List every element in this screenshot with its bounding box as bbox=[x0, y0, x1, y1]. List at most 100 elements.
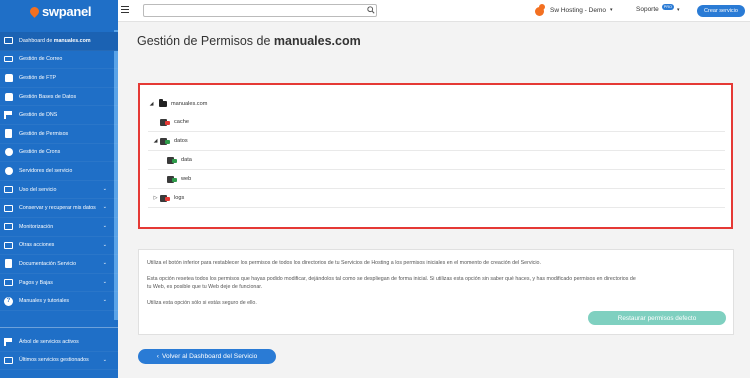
sidebar-item-label: Gestión de DNS bbox=[19, 112, 58, 119]
page-title-prefix: Gestión de Permisos de bbox=[137, 34, 274, 48]
database-icon bbox=[3, 92, 14, 101]
expand-toggle-icon[interactable]: ▷ bbox=[152, 195, 159, 201]
directory-tree-panel: ◢ manuales.com cache ◢ datos data web ▷ … bbox=[138, 83, 733, 229]
back-to-dashboard-button[interactable]: ‹ Volver al Dashboard del Servicio bbox=[138, 349, 276, 364]
info-paragraph-2-line-2: tu Web, es posible que tu Web deje de fu… bbox=[147, 283, 263, 290]
database-icon bbox=[3, 73, 14, 82]
hamburger-menu-icon[interactable] bbox=[121, 6, 129, 13]
tree-node-logs[interactable]: ▷ logs bbox=[148, 189, 725, 208]
sidebar-bottom-menu: Árbol de servicios activos Últimos servi… bbox=[0, 333, 118, 371]
chevron-down-icon[interactable]: ⌄ bbox=[103, 279, 107, 285]
tree-root-label: manuales.com bbox=[171, 100, 208, 107]
top-bar: Sw Hosting - Demo ▾ Soporte PRO ▾ Crear … bbox=[118, 0, 750, 22]
folder-icon bbox=[159, 99, 167, 107]
sidebar-item-label: Monitorización bbox=[19, 223, 54, 230]
info-paragraph-1: Utiliza el botón inferior para restablec… bbox=[147, 260, 541, 266]
create-service-button[interactable]: Crear servicio bbox=[697, 5, 745, 17]
chevron-left-icon: ‹ bbox=[156, 353, 159, 360]
sidebar-item-label: Otras acciones bbox=[19, 242, 55, 249]
tree-node-label: data bbox=[181, 157, 192, 163]
chevron-down-icon[interactable]: ⌄ bbox=[103, 297, 107, 303]
tree-node-data[interactable]: data bbox=[148, 151, 725, 170]
unlocked-folder-icon bbox=[160, 137, 170, 145]
sidebar-divider bbox=[0, 327, 118, 328]
restore-default-permissions-button[interactable]: Restaurar permisos defecto bbox=[588, 311, 726, 325]
chevron-down-icon[interactable]: ⌄ bbox=[103, 204, 107, 210]
sidebar-item-domain: manuales.com bbox=[53, 37, 91, 44]
logo-icon bbox=[28, 4, 41, 18]
collapse-toggle-icon[interactable]: ◢ bbox=[152, 138, 159, 144]
chevron-down-icon[interactable]: ⌄ bbox=[103, 357, 107, 363]
chevron-down-icon[interactable]: ⌄ bbox=[103, 242, 107, 248]
sidebar-item-label: Gestión de Correo bbox=[19, 56, 63, 63]
sidebar-item-backup[interactable]: Conservar y recuperar mis datos ⌄ bbox=[0, 199, 118, 218]
sidebar-item-label: Gestión Bases de Datos bbox=[19, 93, 77, 100]
tree-node-label: logs bbox=[174, 195, 185, 201]
sidebar-item-documentation[interactable]: Documentación Servicio ⌄ bbox=[0, 255, 118, 274]
sidebar-item-dns[interactable]: Gestión de DNS bbox=[0, 106, 118, 125]
sidebar-item-label: Servidores del servicio bbox=[19, 167, 73, 174]
sidebar-item-label: Conservar y recuperar mis datos bbox=[19, 205, 96, 212]
help-icon: ? bbox=[3, 296, 14, 306]
info-paragraph-2: Esta opción resetea todos los permisos q… bbox=[147, 276, 727, 291]
info-paragraph-2-line-1: Esta opción resetea todos los permisos q… bbox=[147, 276, 636, 282]
collapse-toggle-icon[interactable]: ◢ bbox=[148, 101, 155, 107]
sidebar-item-label: Gestión de FTP bbox=[19, 74, 57, 81]
backup-icon bbox=[3, 204, 14, 213]
unlocked-folder-icon bbox=[167, 156, 177, 164]
support-menu[interactable]: Soporte PRO ▾ bbox=[636, 3, 680, 13]
server-icon bbox=[3, 166, 14, 175]
sidebar-item-databases[interactable]: Gestión Bases de Datos bbox=[0, 88, 118, 107]
tree-node-web[interactable]: web bbox=[148, 170, 725, 189]
sidebar-item-ftp[interactable]: Gestión de FTP bbox=[0, 69, 118, 88]
chevron-down-icon[interactable]: ⌄ bbox=[103, 260, 107, 266]
support-badge: PRO bbox=[661, 3, 675, 10]
search-icon[interactable] bbox=[366, 5, 376, 15]
sidebar-item-dashboard[interactable]: Dashboard de manuales.com bbox=[0, 32, 118, 51]
sidebar-item-label: Documentación Servicio bbox=[19, 260, 77, 267]
sidebar-item-crons[interactable]: Gestión de Crons bbox=[0, 144, 118, 163]
sidebar-item-recent-services[interactable]: Últimos servicios gestionados ⌄ bbox=[0, 352, 118, 371]
permissions-icon bbox=[3, 129, 14, 139]
sidebar-item-label: Gestión de Permisos bbox=[19, 130, 69, 137]
locked-folder-icon bbox=[160, 118, 170, 126]
history-icon bbox=[3, 356, 14, 365]
logo[interactable]: swpanel bbox=[0, 0, 118, 22]
tree-root[interactable]: ◢ manuales.com bbox=[148, 94, 725, 113]
logo-text: swpanel bbox=[42, 3, 92, 19]
sidebar-item-servers[interactable]: Servidores del servicio bbox=[0, 162, 118, 181]
sidebar-item-usage[interactable]: Uso del servicio ⌄ bbox=[0, 181, 118, 200]
back-button-label: Volver al Dashboard del Servicio bbox=[161, 353, 258, 360]
unlocked-folder-icon bbox=[167, 175, 177, 183]
chevron-down-icon[interactable]: ⌄ bbox=[103, 186, 107, 192]
tree-node-label: web bbox=[181, 176, 192, 182]
search-input[interactable] bbox=[143, 4, 377, 17]
tree-node-label: datos bbox=[174, 138, 188, 144]
dashboard-icon bbox=[3, 36, 14, 45]
sidebar-item-active-services-tree[interactable]: Árbol de servicios activos bbox=[0, 333, 118, 352]
page-title: Gestión de Permisos de manuales.com bbox=[137, 34, 361, 48]
sidebar-item-label: Dashboard de bbox=[19, 37, 54, 44]
tree-node-datos[interactable]: ◢ datos bbox=[148, 132, 725, 151]
mail-icon bbox=[3, 55, 14, 64]
sidebar-item-payments[interactable]: Pagos y Bajas ⌄ bbox=[0, 274, 118, 293]
payments-icon bbox=[3, 278, 14, 287]
chevron-down-icon[interactable]: ⌄ bbox=[103, 223, 107, 229]
cron-icon bbox=[3, 148, 14, 157]
sidebar-item-label: Manuales y tutoriales bbox=[19, 298, 70, 305]
sidebar-item-label: Árbol de servicios activos bbox=[19, 338, 79, 345]
sidebar-item-manuals[interactable]: ? Manuales y tutoriales ⌄ bbox=[0, 292, 118, 311]
sidebar-item-other-actions[interactable]: Otras acciones ⌄ bbox=[0, 237, 118, 256]
sidebar-item-label: Uso del servicio bbox=[19, 186, 57, 193]
restore-permissions-panel: Utiliza el botón inferior para restablec… bbox=[138, 249, 734, 335]
page-title-domain: manuales.com bbox=[273, 34, 361, 48]
monitor-icon bbox=[3, 222, 14, 231]
sidebar: swpanel Dashboard de manuales.com Gestió… bbox=[0, 0, 118, 378]
sidebar-item-mail[interactable]: Gestión de Correo bbox=[0, 51, 118, 70]
tree-node-cache[interactable]: cache bbox=[148, 113, 725, 132]
account-selector[interactable]: Sw Hosting - Demo ▾ bbox=[534, 4, 613, 16]
document-icon bbox=[3, 259, 14, 269]
account-label: Sw Hosting - Demo bbox=[550, 6, 606, 14]
sidebar-item-permissions[interactable]: Gestión de Permisos bbox=[0, 125, 118, 144]
sidebar-item-monitoring[interactable]: Monitorización ⌄ bbox=[0, 218, 118, 237]
